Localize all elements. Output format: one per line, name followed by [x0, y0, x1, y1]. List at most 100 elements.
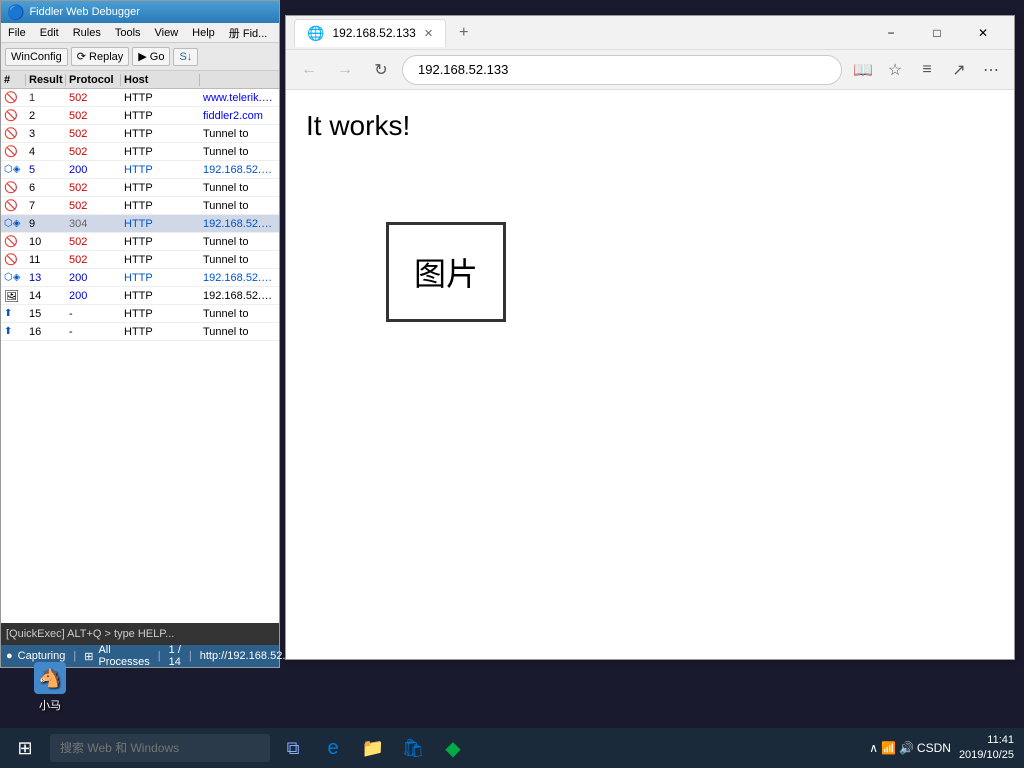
menu-extra[interactable]: 册 Fid... [226, 24, 271, 42]
table-row[interactable]: ⬡◈ 9 304 HTTP 192.168.52.133 [1, 215, 279, 233]
row-result: 502 [66, 92, 121, 104]
fiddler-title: Fiddler Web Debugger [29, 6, 139, 18]
capture-indicator: ● [6, 650, 13, 662]
menu-rules[interactable]: Rules [70, 26, 104, 40]
task-view-button[interactable]: ⧉ [275, 730, 311, 766]
row-id: 11 [26, 254, 66, 266]
taskbar: ⊞ ⧉ e 📁 🛍 ◆ ∧ 📶 🔊 CSDN 11:41 2019/10/25 [0, 728, 1024, 768]
taskbar-search-input[interactable] [50, 734, 270, 762]
table-row[interactable]: 🚫 7 502 HTTP Tunnel to [1, 197, 279, 215]
menu-help[interactable]: Help [189, 26, 218, 40]
store-icon[interactable]: 🛍 [395, 730, 431, 766]
row-result: 502 [66, 110, 121, 122]
row-host: Tunnel to [200, 200, 279, 212]
row-result: 502 [66, 182, 121, 194]
row-host: fiddler2.com [200, 110, 279, 122]
close-button[interactable]: ✕ [960, 16, 1006, 50]
share-button[interactable]: ↗ [944, 56, 974, 84]
table-row[interactable]: 🚫 6 502 HTTP Tunnel to [1, 179, 279, 197]
table-row[interactable]: 🚫 11 502 HTTP Tunnel to [1, 251, 279, 269]
refresh-button[interactable]: ↻ [366, 56, 396, 84]
table-row[interactable]: ⬆ 15 - HTTP Tunnel to [1, 305, 279, 323]
start-button[interactable]: ⊞ [5, 728, 45, 768]
row-protocol: HTTP [121, 218, 200, 230]
tab-title: 192.168.52.133 [332, 26, 415, 40]
table-row[interactable]: 🚫 1 502 HTTP www.telerik.com [1, 89, 279, 107]
tray-volume[interactable]: 🔊 [899, 741, 914, 755]
col-host: Host [121, 74, 200, 86]
tray-extra[interactable]: CSDN [917, 741, 951, 755]
menu-view[interactable]: View [152, 26, 182, 40]
table-row[interactable]: ⬡◈ 13 200 HTTP 192.168.52.133 [1, 269, 279, 287]
row-id: 4 [26, 146, 66, 158]
row-host: 192.168.52.133 [200, 218, 279, 230]
session-count: 1 / 14 [169, 644, 181, 668]
row-id: 1 [26, 92, 66, 104]
fiddler-titlebar: 🔵 Fiddler Web Debugger [1, 1, 279, 23]
replay-button[interactable]: ⟳ Replay [71, 47, 130, 66]
row-icon: ⬆ [1, 326, 26, 337]
tab-close-button[interactable]: ✕ [424, 27, 433, 40]
window-controls: − □ ✕ [868, 16, 1006, 50]
quickexec-bar: [QuickExec] ALT+Q > type HELP... [1, 623, 279, 645]
new-tab-button[interactable]: + [454, 24, 473, 42]
menu-edit[interactable]: Edit [37, 26, 62, 40]
row-id: 6 [26, 182, 66, 194]
row-protocol: HTTP [121, 92, 200, 104]
tray-chevron[interactable]: ∧ [869, 741, 878, 755]
session-header: # Result Protocol Host [1, 71, 279, 89]
table-row[interactable]: ⬆ 16 - HTTP Tunnel to [1, 323, 279, 341]
table-row[interactable]: ⬡◈ 5 200 HTTP 192.168.52.133 [1, 161, 279, 179]
address-bar[interactable] [402, 55, 842, 85]
menu-tools[interactable]: Tools [112, 26, 144, 40]
image-placeholder: 图片 [386, 222, 506, 322]
row-host: Tunnel to [200, 308, 279, 320]
row-protocol: HTTP [121, 182, 200, 194]
explorer-icon[interactable]: 📁 [355, 730, 391, 766]
row-id: 7 [26, 200, 66, 212]
row-protocol: HTTP [121, 146, 200, 158]
forward-button[interactable]: → [330, 56, 360, 84]
green-icon[interactable]: ◆ [435, 730, 471, 766]
favorites-button[interactable]: ☆ [880, 56, 910, 84]
ellipsis-button[interactable]: ⋯ [976, 56, 1006, 84]
row-icon: 🚫 [1, 199, 26, 212]
browser-titlebar: 🌐 192.168.52.133 ✕ + − □ ✕ [286, 16, 1014, 50]
hub-button[interactable]: ≡ [912, 56, 942, 84]
browser-tab[interactable]: 🌐 192.168.52.133 ✕ [294, 19, 446, 47]
tray-network[interactable]: 📶 [881, 741, 896, 755]
menu-file[interactable]: File [5, 26, 29, 40]
stream-button[interactable]: S↓ [173, 48, 198, 66]
edge-icon[interactable]: e [315, 730, 351, 766]
go-button[interactable]: ▶ Go [132, 47, 170, 66]
row-protocol: HTTP [121, 254, 200, 266]
table-row[interactable]: 🚫 2 502 HTTP fiddler2.com [1, 107, 279, 125]
winconfig-button[interactable]: WinConfig [5, 48, 68, 66]
fiddler-menu: File Edit Rules Tools View Help 册 Fid... [1, 23, 279, 43]
session-table: # Result Protocol Host 🚫 1 502 HTTP www.… [1, 71, 279, 623]
table-row[interactable]: 🚫 4 502 HTTP Tunnel to [1, 143, 279, 161]
row-protocol: HTTP [121, 308, 200, 320]
row-host: Tunnel to [200, 182, 279, 194]
row-result: 502 [66, 254, 121, 266]
table-row[interactable]: 🚫 3 502 HTTP Tunnel to [1, 125, 279, 143]
row-icon: 🚫 [1, 181, 26, 194]
sep3: | [189, 650, 192, 662]
row-protocol: HTTP [121, 272, 200, 284]
row-protocol: HTTP [121, 128, 200, 140]
reading-mode-button[interactable]: 📖 [848, 56, 878, 84]
clock-date: 2019/10/25 [959, 748, 1014, 763]
back-button[interactable]: ← [294, 56, 324, 84]
system-clock[interactable]: 11:41 2019/10/25 [959, 733, 1014, 764]
table-row[interactable]: 🚫 10 502 HTTP Tunnel to [1, 233, 279, 251]
minimize-button[interactable]: − [868, 16, 914, 50]
table-row[interactable]: 🖼 14 200 HTTP 192.168.52.133 [1, 287, 279, 305]
row-icon: ⬆ [1, 308, 26, 319]
row-id: 16 [26, 326, 66, 338]
row-host: 192.168.52.133 [200, 290, 279, 302]
desktop-icon-xiaoma[interactable]: 🐴 小马 [20, 662, 80, 713]
row-id: 2 [26, 110, 66, 122]
fiddler-icon: 🔵 [7, 4, 24, 21]
row-host: 192.168.52.133 [200, 272, 279, 284]
maximize-button[interactable]: □ [914, 16, 960, 50]
